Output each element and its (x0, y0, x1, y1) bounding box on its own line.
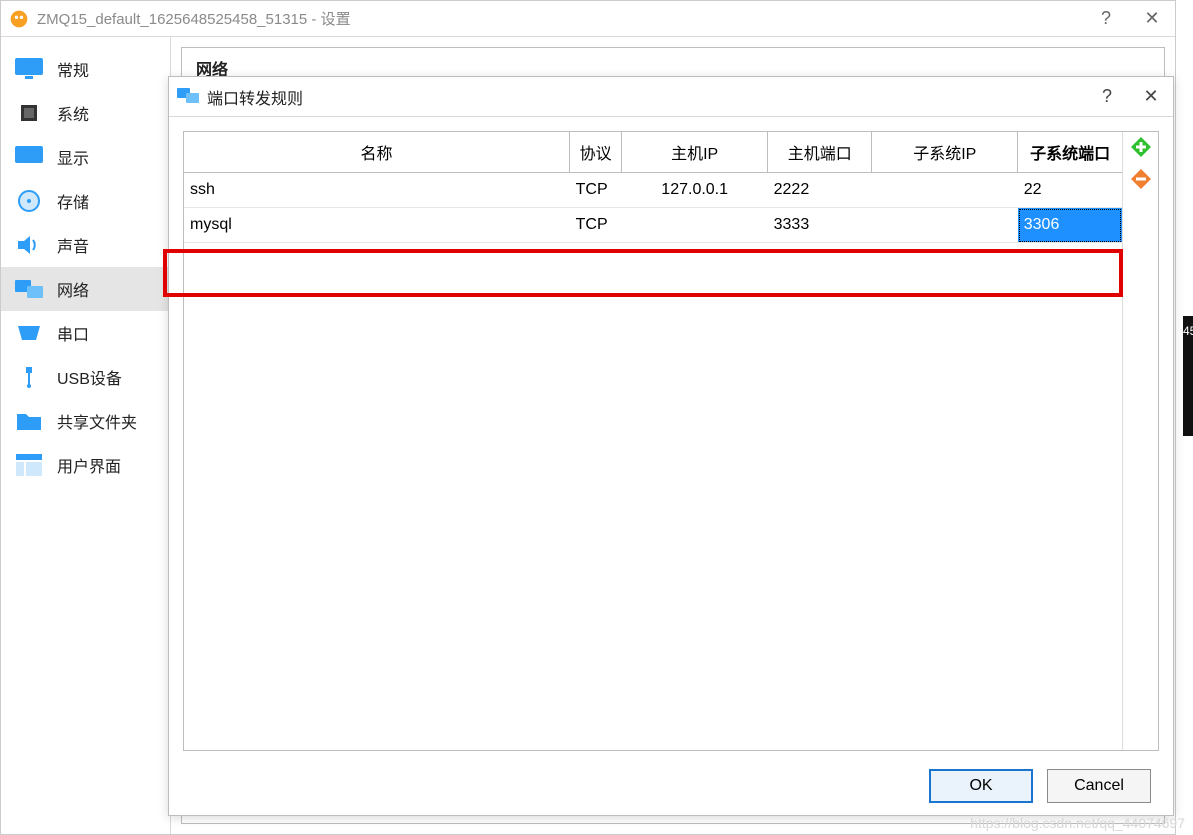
sidebar-item-display[interactable]: 显示 (1, 135, 170, 179)
remove-rule-button[interactable] (1130, 168, 1152, 190)
cell-guest-port[interactable]: 3306 (1018, 208, 1122, 243)
cell-protocol[interactable]: TCP (570, 173, 622, 208)
table-header-row: 名称 协议 主机IP 主机端口 子系统IP 子系统端口 (184, 132, 1122, 173)
cell-name[interactable]: mysql (184, 208, 570, 243)
sidebar-item-label: 声音 (57, 233, 89, 257)
sidebar-item-network[interactable]: 网络 (1, 267, 170, 311)
chip-icon (15, 102, 43, 124)
watermark: https://blog.csdn.net/qq_44074697 (970, 815, 1185, 831)
behind-text: 45 (1183, 316, 1193, 346)
dialog-help-button[interactable]: ? (1085, 77, 1129, 117)
sidebar-item-usb[interactable]: USB设备 (1, 355, 170, 399)
sidebar-item-general[interactable]: 常规 (1, 47, 170, 91)
close-button[interactable]: ✕ (1129, 1, 1175, 37)
sidebar-item-ui[interactable]: 用户界面 (1, 443, 170, 487)
cell-host-ip[interactable]: 127.0.0.1 (622, 173, 768, 208)
dialog-title: 端口转发规则 (207, 85, 1085, 109)
dialog-titlebar: 端口转发规则 ? ✕ (169, 77, 1173, 117)
network-icon (15, 278, 43, 300)
sidebar-item-audio[interactable]: 声音 (1, 223, 170, 267)
cancel-button[interactable]: Cancel (1047, 769, 1151, 803)
app-icon (9, 9, 29, 29)
cell-name[interactable]: ssh (184, 173, 570, 208)
table-side-buttons (1122, 132, 1158, 750)
monitor-icon (15, 58, 43, 80)
dialog-buttons: OK Cancel (929, 769, 1151, 803)
sidebar-item-label: USB设备 (57, 365, 122, 389)
serial-icon (15, 322, 43, 344)
col-guest-port[interactable]: 子系统端口 (1018, 132, 1122, 173)
col-host-ip[interactable]: 主机IP (622, 132, 768, 173)
ok-button[interactable]: OK (929, 769, 1033, 803)
folder-icon (15, 410, 43, 432)
sidebar-item-label: 串口 (57, 321, 89, 345)
settings-title: ZMQ15_default_1625648525458_51315 - 设置 (37, 8, 1083, 29)
sidebar-item-label: 共享文件夹 (57, 409, 137, 433)
table-row[interactable]: mysql TCP 3333 3306 (184, 208, 1122, 243)
port-table-main: 名称 协议 主机IP 主机端口 子系统IP 子系统端口 ssh TCP 127. (184, 132, 1122, 750)
table-row[interactable]: ssh TCP 127.0.0.1 2222 22 (184, 173, 1122, 208)
sidebar-item-label: 常规 (57, 57, 89, 81)
settings-titlebar: ZMQ15_default_1625648525458_51315 - 设置 ?… (1, 1, 1175, 37)
usb-icon (15, 366, 43, 388)
cell-host-port[interactable]: 2222 (768, 173, 872, 208)
sidebar-item-system[interactable]: 系统 (1, 91, 170, 135)
layout-icon (15, 454, 43, 476)
disk-icon (15, 190, 43, 212)
sidebar-item-label: 用户界面 (57, 453, 121, 477)
help-button[interactable]: ? (1083, 1, 1129, 37)
sidebar-item-label: 系统 (57, 101, 89, 125)
add-rule-button[interactable] (1130, 136, 1152, 158)
cell-guest-ip[interactable] (872, 173, 1018, 208)
col-guest-ip[interactable]: 子系统IP (872, 132, 1018, 173)
sidebar-item-shared[interactable]: 共享文件夹 (1, 399, 170, 443)
settings-sidebar: 常规 系统 显示 存储 声音 网络 (1, 37, 171, 834)
sidebar-item-serial[interactable]: 串口 (1, 311, 170, 355)
sidebar-item-label: 网络 (57, 277, 89, 301)
display-icon (15, 146, 43, 168)
port-table-wrap: 名称 协议 主机IP 主机端口 子系统IP 子系统端口 ssh TCP 127. (183, 131, 1159, 751)
speaker-icon (15, 234, 43, 256)
cell-protocol[interactable]: TCP (570, 208, 622, 243)
col-host-port[interactable]: 主机端口 (768, 132, 872, 173)
cell-guest-port[interactable]: 22 (1018, 173, 1122, 208)
dialog-close-button[interactable]: ✕ (1129, 77, 1173, 117)
sidebar-item-label: 显示 (57, 145, 89, 169)
col-name[interactable]: 名称 (184, 132, 570, 173)
col-protocol[interactable]: 协议 (570, 132, 622, 173)
sidebar-item-storage[interactable]: 存储 (1, 179, 170, 223)
port-forwarding-dialog: 端口转发规则 ? ✕ 名称 协议 主机IP 主机端口 子系统IP (168, 76, 1174, 816)
port-forward-table[interactable]: 名称 协议 主机IP 主机端口 子系统IP 子系统端口 ssh TCP 127. (184, 132, 1122, 243)
dialog-body: 名称 协议 主机IP 主机端口 子系统IP 子系统端口 ssh TCP 127. (169, 117, 1173, 815)
cell-host-ip[interactable] (622, 208, 768, 243)
sidebar-item-label: 存储 (57, 189, 89, 213)
network-icon (177, 86, 199, 108)
cell-guest-ip[interactable] (872, 208, 1018, 243)
cell-host-port[interactable]: 3333 (768, 208, 872, 243)
